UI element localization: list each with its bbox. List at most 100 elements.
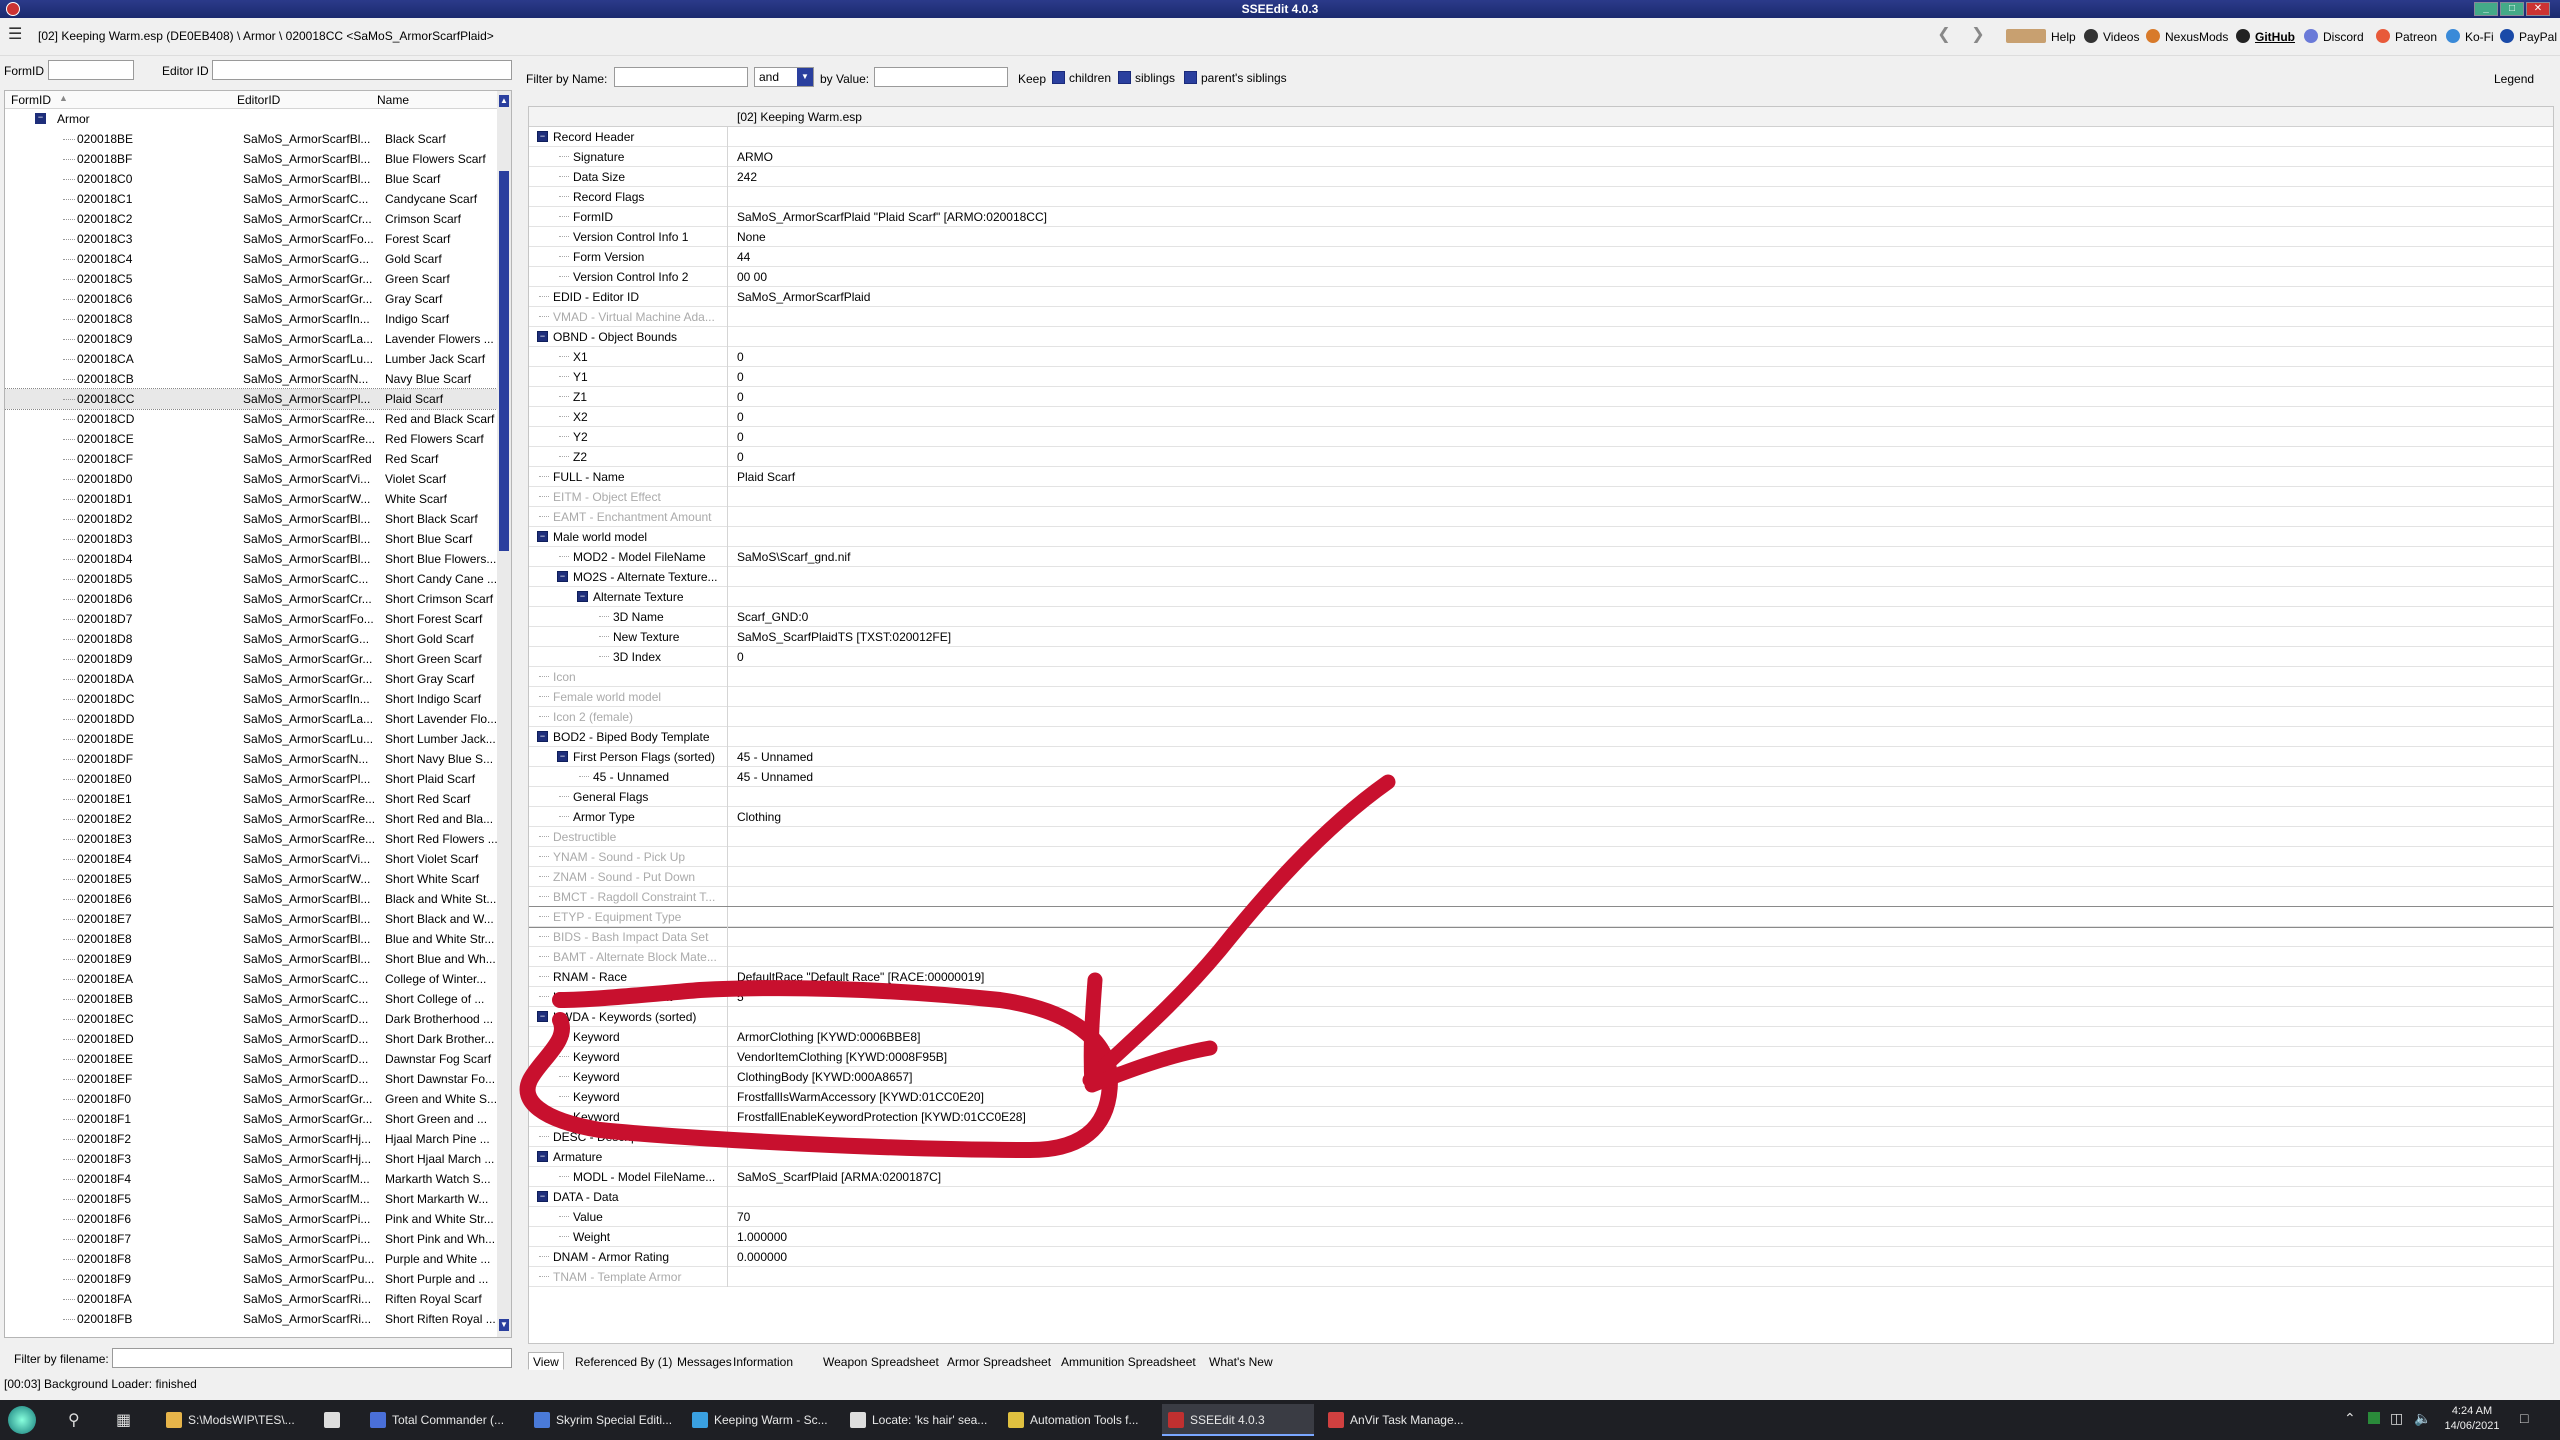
record-field-row[interactable]: MODL - Model FileName... SaMoS_ScarfPlaid…: [529, 1167, 2553, 1187]
taskbar-item[interactable]: Automation Tools f...: [1002, 1404, 1154, 1436]
record-field-row[interactable]: BIDS - Bash Impact Data Set: [529, 927, 2553, 947]
record-field-row[interactable]: − BOD2 - Biped Body Template: [529, 727, 2553, 747]
tree-row[interactable]: 020018F8 SaMoS_ArmorScarfPu... Purple and …: [5, 1249, 497, 1269]
record-field-row[interactable]: Destructible: [529, 827, 2553, 847]
field-value[interactable]: 70: [737, 1210, 750, 1224]
tree-row[interactable]: 020018F0 SaMoS_ArmorScarfGr... Green and W…: [5, 1089, 497, 1109]
field-value[interactable]: 0: [737, 370, 744, 384]
record-field-row[interactable]: Keyword FrostfallIsWarmAccessory [KYWD:01…: [529, 1087, 2553, 1107]
volume-icon[interactable]: 🔈: [2414, 1410, 2431, 1427]
record-field-row[interactable]: X1 0: [529, 347, 2553, 367]
record-field-row[interactable]: Version Control Info 2 00 00: [529, 267, 2553, 287]
taskbar-item[interactable]: Keeping Warm - Sc...: [686, 1404, 838, 1436]
tree-row[interactable]: 020018C9 SaMoS_ArmorScarfLa... Lavender Fl…: [5, 329, 497, 349]
tray-app-icon[interactable]: [2368, 1412, 2380, 1424]
collapse-icon[interactable]: −: [537, 331, 548, 342]
record-field-row[interactable]: Keyword VendorItemClothing [KYWD:0008F95B…: [529, 1047, 2553, 1067]
collapse-icon[interactable]: −: [35, 113, 46, 124]
siblings-checkbox[interactable]: siblings: [1118, 71, 1175, 85]
tree-row[interactable]: 020018E9 SaMoS_ArmorScarfBl... Short Blue …: [5, 949, 497, 969]
field-value[interactable]: FrostfallIsWarmAccessory [KYWD:01CC0E20]: [737, 1090, 984, 1104]
tree-row[interactable]: 020018F6 SaMoS_ArmorScarfPi... Pink and Wh…: [5, 1209, 497, 1229]
record-field-row[interactable]: Keyword FrostfallEnableKeywordProtection …: [529, 1107, 2553, 1127]
field-value[interactable]: FrostfallEnableKeywordProtection [KYWD:0…: [737, 1110, 1026, 1124]
tree-row[interactable]: 020018DE SaMoS_ArmorScarfLu... Short Lumbe…: [5, 729, 497, 749]
record-field-row[interactable]: Form Version 44: [529, 247, 2553, 267]
tab-information[interactable]: Information: [728, 1352, 798, 1370]
task-view-icon[interactable]: ▦: [116, 1410, 131, 1430]
taskbar-item[interactable]: Total Commander (...: [364, 1404, 520, 1436]
field-value[interactable]: 0: [737, 410, 744, 424]
field-value[interactable]: 0: [737, 450, 744, 464]
tree-row[interactable]: 020018D4 SaMoS_ArmorScarfBl... Short Blue …: [5, 549, 497, 569]
tree-row[interactable]: 020018CB SaMoS_ArmorScarfN... Navy Blue Sc…: [5, 369, 497, 389]
field-value[interactable]: SaMoS_ArmorScarfPlaid: [737, 290, 870, 304]
tab-weapon-spreadsheet[interactable]: Weapon Spreadsheet: [818, 1352, 944, 1370]
tree-row[interactable]: 020018D5 SaMoS_ArmorScarfC... Short Candy …: [5, 569, 497, 589]
tree-row[interactable]: 020018BE SaMoS_ArmorScarfBl... Black Scarf: [5, 129, 497, 149]
field-value[interactable]: Scarf_GND:0: [737, 610, 808, 624]
editorid-input[interactable]: [212, 60, 512, 80]
tree-row[interactable]: 020018DD SaMoS_ArmorScarfLa... Short Laven…: [5, 709, 497, 729]
tree-row[interactable]: 020018C3 SaMoS_ArmorScarfFo... Forest Scar…: [5, 229, 497, 249]
taskbar-item[interactable]: [318, 1404, 358, 1436]
field-value[interactable]: 0: [737, 390, 744, 404]
collapse-icon[interactable]: −: [537, 1151, 548, 1162]
collapse-icon[interactable]: −: [537, 531, 548, 542]
record-field-row[interactable]: − OBND - Object Bounds: [529, 327, 2553, 347]
and-select[interactable]: and ▼: [754, 67, 814, 87]
record-field-row[interactable]: EDID - Editor ID SaMoS_ArmorScarfPlaid: [529, 287, 2553, 307]
tree-row[interactable]: 020018E3 SaMoS_ArmorScarfRe... Short Red F…: [5, 829, 498, 849]
field-value[interactable]: ARMO: [737, 150, 773, 164]
tree-row[interactable]: 020018E1 SaMoS_ArmorScarfRe... Short Red S…: [5, 789, 497, 809]
tree-row[interactable]: 020018D9 SaMoS_ArmorScarfGr... Short Green…: [5, 649, 497, 669]
tree-row[interactable]: 020018EF SaMoS_ArmorScarfD... Short Dawnst…: [5, 1069, 497, 1089]
discord-link[interactable]: Discord: [2304, 27, 2364, 47]
record-field-row[interactable]: Weight 1.000000: [529, 1227, 2553, 1247]
tree-row[interactable]: 020018DA SaMoS_ArmorScarfGr... Short Gray …: [5, 669, 497, 689]
record-field-row[interactable]: EAMT - Enchantment Amount: [529, 507, 2553, 527]
record-field-row[interactable]: BMCT - Ragdoll Constraint T...: [529, 887, 2553, 907]
field-value[interactable]: 5: [737, 990, 744, 1004]
record-field-row[interactable]: DESC - Description: [529, 1127, 2553, 1147]
tree-row[interactable]: 020018DF SaMoS_ArmorScarfN... Short Navy B…: [5, 749, 497, 769]
tree-row[interactable]: 020018ED SaMoS_ArmorScarfD... Short Dark B…: [5, 1029, 497, 1049]
record-field-row[interactable]: Female world model: [529, 687, 2553, 707]
group-armor[interactable]: − Armor: [5, 109, 497, 129]
record-field-row[interactable]: EITM - Object Effect: [529, 487, 2553, 507]
record-field-row[interactable]: FormID SaMoS_ArmorScarfPlaid "Plaid Scarf…: [529, 207, 2553, 227]
tree-row[interactable]: 020018FB SaMoS_ArmorScarfRi... Short Rifte…: [5, 1309, 497, 1329]
tab-what-s-new[interactable]: What's New: [1204, 1352, 1278, 1370]
menu-icon[interactable]: ☰: [8, 26, 26, 44]
file-column-header[interactable]: [02] Keeping Warm.esp: [731, 110, 2553, 124]
start-button[interactable]: [8, 1406, 36, 1434]
tree-row[interactable]: 020018FA SaMoS_ArmorScarfRi... Riften Roya…: [5, 1289, 497, 1309]
record-field-row[interactable]: Y2 0: [529, 427, 2553, 447]
tree-row[interactable]: 020018D3 SaMoS_ArmorScarfBl... Short Blue …: [5, 529, 497, 549]
field-value[interactable]: SaMoS_ScarfPlaid [ARMA:0200187C]: [737, 1170, 941, 1184]
field-value[interactable]: 0: [737, 430, 744, 444]
record-field-row[interactable]: 3D Name Scarf_GND:0: [529, 607, 2553, 627]
tree-row[interactable]: 020018DC SaMoS_ArmorScarfIn... Short Indig…: [5, 689, 497, 709]
tree-row[interactable]: 020018E4 SaMoS_ArmorScarfVi... Short Viole…: [5, 849, 497, 869]
tree-row[interactable]: 020018EB SaMoS_ArmorScarfC... Short Colleg…: [5, 989, 497, 1009]
tab-ammunition-spreadsheet[interactable]: Ammunition Spreadsheet: [1056, 1352, 1201, 1370]
column-name[interactable]: Name: [377, 93, 409, 107]
tree-row[interactable]: 020018E0 SaMoS_ArmorScarfPl... Short Plaid…: [5, 769, 497, 789]
field-value[interactable]: SaMoS\Scarf_gnd.nif: [737, 550, 850, 564]
record-field-row[interactable]: − DATA - Data: [529, 1187, 2553, 1207]
tree-row[interactable]: 020018F5 SaMoS_ArmorScarfM... Short Markar…: [5, 1189, 497, 1209]
scroll-up-icon[interactable]: ▲: [499, 95, 509, 107]
record-field-row[interactable]: TNAM - Template Armor: [529, 1267, 2553, 1287]
forward-arrow-icon[interactable]: ❯: [1968, 26, 1988, 46]
tree-row[interactable]: 020018D2 SaMoS_ArmorScarfBl... Short Black…: [5, 509, 497, 529]
record-field-row[interactable]: − Alternate Texture: [529, 587, 2553, 607]
tree-row[interactable]: 020018C8 SaMoS_ArmorScarfIn... Indigo Scar…: [5, 309, 497, 329]
tree-row[interactable]: 020018CF SaMoS_ArmorScarfRed Red Scarf: [5, 449, 497, 469]
tree-row[interactable]: 020018EE SaMoS_ArmorScarfD... Dawnstar Fog…: [5, 1049, 497, 1069]
record-field-row[interactable]: − Armature: [529, 1147, 2553, 1167]
record-field-row[interactable]: General Flags: [529, 787, 2553, 807]
kofi-link[interactable]: Ko-Fi: [2446, 27, 2494, 47]
tree-row[interactable]: 020018D0 SaMoS_ArmorScarfVi... Violet Scar…: [5, 469, 497, 489]
tree-row[interactable]: 020018E2 SaMoS_ArmorScarfRe... Short Red a…: [5, 809, 497, 829]
